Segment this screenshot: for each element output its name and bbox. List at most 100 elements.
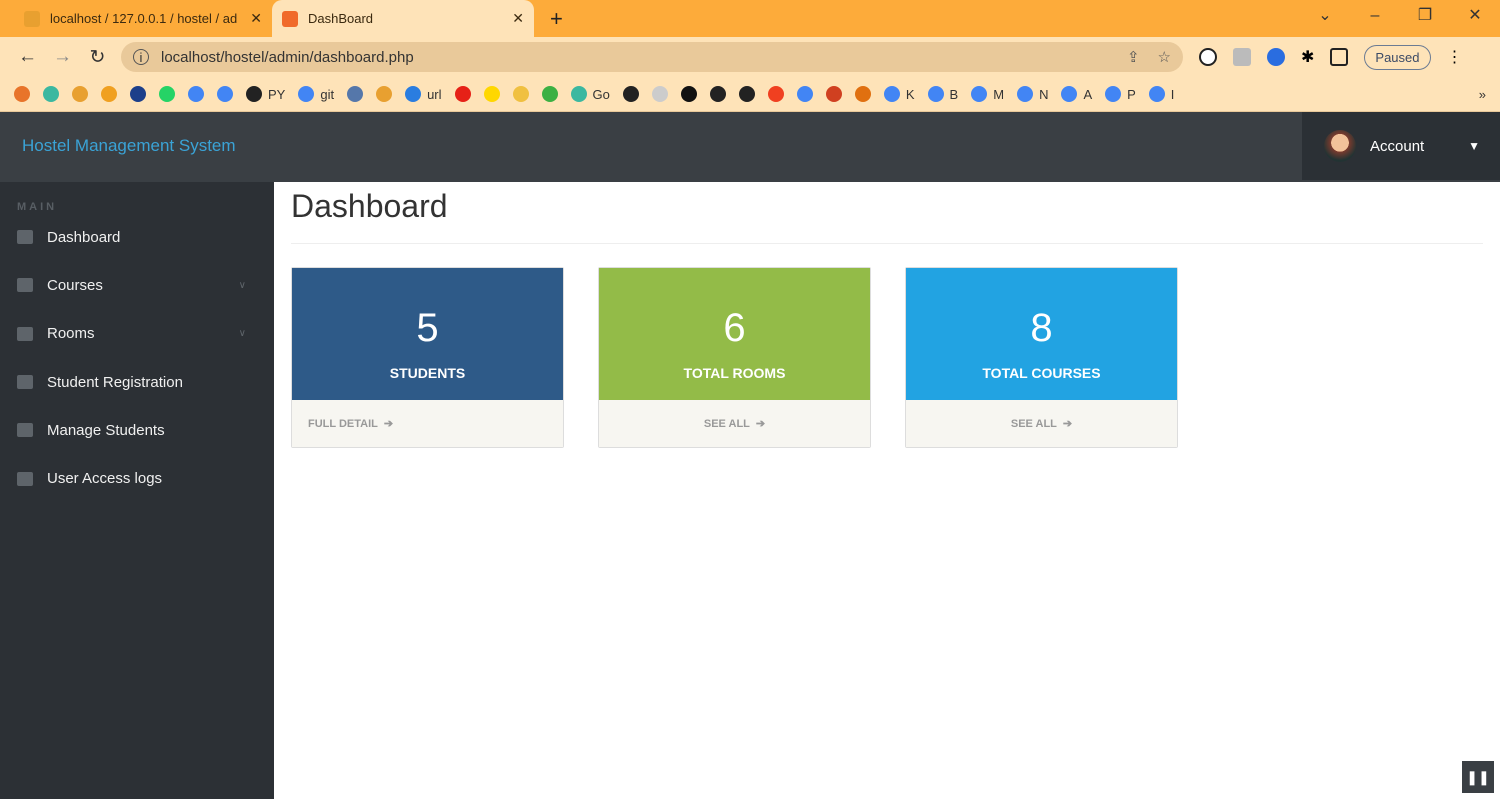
bookmark-item[interactable] [376, 86, 393, 102]
browser-tab-bar: localhost / 127.0.0.1 / hostel / ad ✕ Das… [0, 0, 1500, 37]
arrow-right-icon: ➔ [383, 418, 394, 430]
sidebar-item-manage-students[interactable]: Manage Students [0, 406, 274, 454]
sidebar-item-user-access-logs[interactable]: User Access logs [0, 454, 274, 502]
bookmark-item[interactable] [738, 86, 755, 102]
bookmark-item[interactable] [14, 86, 30, 102]
account-dropdown[interactable]: Account ▼ [1302, 112, 1500, 180]
bookmark-favicon-icon [680, 86, 697, 102]
bookmark-favicon-icon [72, 86, 88, 102]
stat-value: 8 [1030, 306, 1053, 350]
sidebar-item-dashboard[interactable]: Dashboard [0, 213, 274, 261]
menu-icon[interactable]: ⋮ [1447, 47, 1463, 67]
bookmark-item[interactable] [454, 86, 471, 102]
bookmark-favicon-icon [825, 86, 842, 102]
bookmark-favicon-icon [298, 86, 315, 102]
bookmark-favicon-icon [454, 86, 471, 102]
bookmark-item[interactable]: Go [570, 86, 610, 102]
reload-icon[interactable]: ↻ [80, 46, 115, 69]
close-tab-icon[interactable]: ✕ [250, 10, 262, 27]
bookmark-item[interactable] [651, 86, 668, 102]
tab-search-icon[interactable]: ⌄ [1300, 0, 1350, 32]
pause-button[interactable]: ❚❚ [1462, 761, 1494, 793]
bookmark-item[interactable] [796, 86, 813, 102]
bookmark-label: git [320, 86, 335, 102]
card-link[interactable]: SEE ALL ➔ [599, 400, 870, 447]
bookmark-item[interactable]: P [1105, 86, 1136, 102]
bookmark-item[interactable] [767, 86, 784, 102]
page-title: Dashboard [291, 182, 1483, 244]
bookmark-item[interactable]: git [298, 86, 334, 102]
puzzle-icon[interactable]: ✱ [1301, 47, 1314, 67]
side-panel-icon[interactable] [1330, 48, 1349, 66]
address-bar[interactable]: i localhost/hostel/admin/dashboard.php ⇪ ☆ [121, 42, 1183, 72]
bookmark-item[interactable] [101, 86, 117, 102]
bookmark-item[interactable] [43, 86, 59, 102]
extension-icon[interactable] [1267, 48, 1285, 66]
app-header: Hostel Management System Account ▼ [0, 112, 1500, 182]
sidebar-item-rooms[interactable]: Rooms ∨ [0, 310, 274, 358]
sidebar-section-label: MAIN [17, 201, 58, 213]
forward-icon[interactable]: → [45, 46, 80, 68]
tab-phpmyadmin[interactable]: localhost / 127.0.0.1 / hostel / ad ✕ [14, 0, 272, 37]
bookmark-item[interactable]: url [405, 86, 442, 102]
stat-value: 6 [723, 306, 746, 350]
sidebar-item-courses[interactable]: Courses ∨ [0, 261, 274, 309]
bookmark-item[interactable] [825, 86, 842, 102]
bookmark-item[interactable] [130, 86, 146, 102]
bookmark-item[interactable]: N [1017, 86, 1048, 102]
bookmark-item[interactable] [217, 86, 233, 102]
tab-dashboard[interactable]: DashBoard ✕ [272, 0, 534, 37]
bookmark-star-icon[interactable]: ☆ [1158, 48, 1171, 66]
bookmark-favicon-icon [971, 86, 988, 102]
card-link[interactable]: FULL DETAIL ➔ [292, 400, 563, 447]
close-window-button[interactable]: ✕ [1450, 0, 1500, 32]
bookmark-favicon-icon [405, 86, 422, 102]
profile-button[interactable]: Paused [1364, 44, 1431, 70]
bookmarks-overflow-icon[interactable]: » [1479, 87, 1486, 102]
bookmark-item[interactable] [680, 86, 697, 102]
close-tab-icon[interactable]: ✕ [512, 10, 524, 27]
bookmark-item[interactable] [854, 86, 871, 102]
bookmark-item[interactable] [709, 86, 726, 102]
sidebar-item-student-registration[interactable]: Student Registration [0, 358, 274, 406]
bookmark-item[interactable]: K [883, 86, 915, 102]
bookmark-favicon-icon [570, 86, 587, 102]
bookmark-item[interactable] [541, 86, 558, 102]
back-icon[interactable]: ← [10, 46, 45, 68]
bookmark-item[interactable] [347, 86, 364, 102]
bookmark-favicon-icon [130, 86, 146, 102]
bookmark-item[interactable]: PY [246, 86, 285, 102]
bookmark-favicon-icon [217, 86, 233, 102]
restore-button[interactable]: ❐ [1400, 0, 1450, 32]
bookmark-item[interactable]: B [927, 86, 958, 102]
bookmark-item[interactable] [159, 86, 175, 102]
info-icon[interactable]: i [133, 49, 149, 65]
sidebar-item-label: Rooms [47, 325, 95, 343]
bookmark-item[interactable]: M [971, 86, 1004, 102]
xampp-favicon-icon [282, 10, 298, 27]
extension-icon[interactable] [1233, 48, 1251, 66]
phpmyadmin-favicon-icon [24, 10, 40, 27]
bookmark-item[interactable] [72, 86, 88, 102]
sidebar: MAIN Dashboard Courses ∨ Rooms ∨ Student Regi… [0, 182, 274, 799]
bookmark-label: Go [592, 86, 610, 102]
bookmark-item[interactable]: A [1061, 86, 1092, 102]
bookmark-label: P [1127, 86, 1136, 102]
minimize-button[interactable]: – [1350, 0, 1400, 32]
bookmark-item[interactable]: I [1148, 86, 1174, 102]
share-icon[interactable]: ⇪ [1127, 48, 1140, 66]
brand-link[interactable]: Hostel Management System [22, 136, 236, 156]
bookmark-item[interactable] [483, 86, 500, 102]
bookmark-item[interactable] [512, 86, 529, 102]
bookmark-favicon-icon [512, 86, 529, 102]
panda-extension-icon[interactable] [1199, 48, 1217, 66]
bookmark-favicon-icon [1061, 86, 1078, 102]
card-link[interactable]: SEE ALL ➔ [906, 400, 1177, 447]
new-tab-button[interactable]: + [550, 6, 563, 32]
stat-label: TOTAL ROOMS [683, 365, 786, 381]
bookmark-item[interactable] [188, 86, 204, 102]
arrow-right-icon: ➔ [755, 418, 766, 430]
bookmark-favicon-icon [622, 86, 639, 102]
card-link-label: FULL DETAIL [308, 417, 378, 430]
bookmark-item[interactable] [622, 86, 639, 102]
